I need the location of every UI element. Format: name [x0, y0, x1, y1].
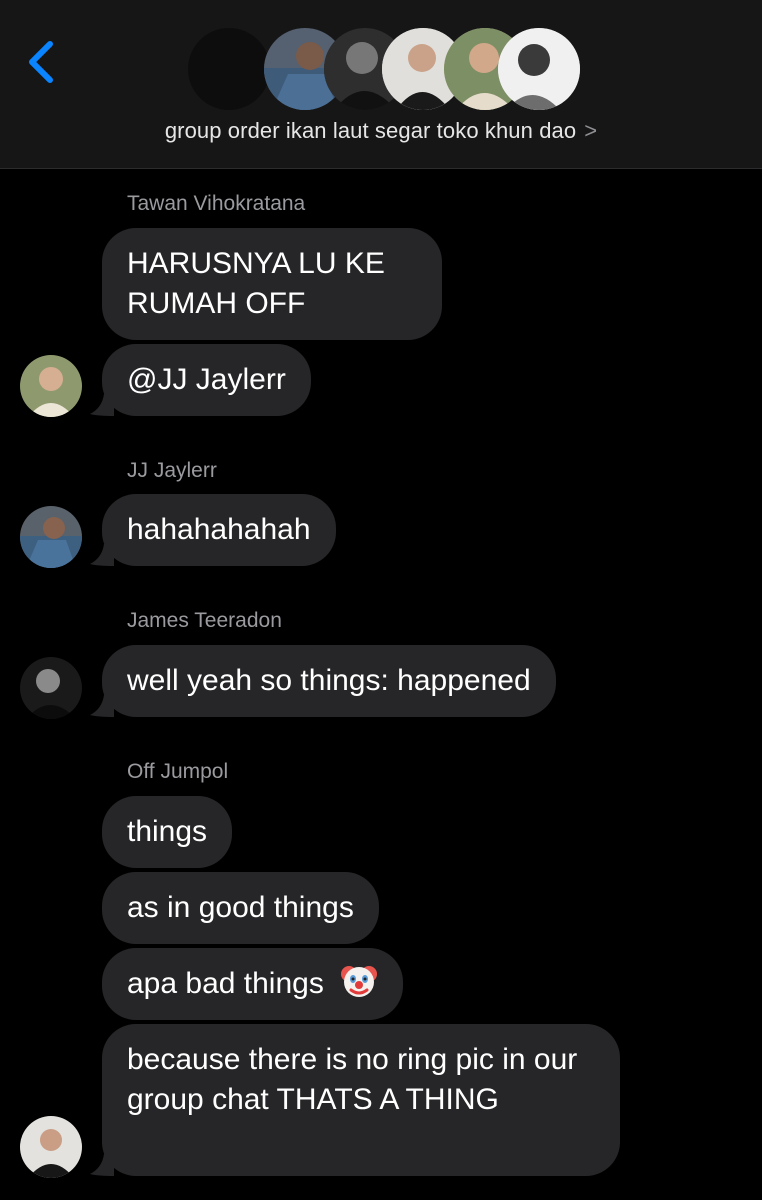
message-text: because there is no ring pic in our grou… — [127, 1043, 578, 1116]
avatar[interactable] — [20, 355, 82, 417]
message-bubble[interactable]: as in good things — [102, 872, 379, 944]
message-text: as in good things — [127, 891, 354, 924]
message-text: @JJ Jaylerr — [127, 363, 286, 396]
bubble-tail — [90, 695, 114, 717]
avatar[interactable] — [20, 1116, 82, 1178]
chat-header: group order ikan laut segar toko khun da… — [0, 0, 762, 169]
message-text: hahahahahah — [127, 513, 311, 546]
message-text: things — [127, 815, 208, 848]
sender-name: Tawan Vihokratana — [127, 192, 306, 215]
bubble-tail — [90, 1154, 114, 1176]
clown-face-emoji-icon — [341, 966, 378, 997]
avatar[interactable] — [20, 506, 82, 568]
group-avatar — [188, 28, 270, 110]
sender-name: Off Jumpol — [127, 760, 229, 783]
message-text: well yeah so things: happened — [127, 664, 531, 697]
back-chevron-icon[interactable] — [22, 38, 62, 86]
sender-name: JJ Jaylerr — [127, 459, 217, 482]
message-bubble[interactable]: @JJ Jaylerr — [102, 344, 311, 416]
avatar[interactable] — [20, 657, 82, 719]
chevron-right-icon: > — [584, 118, 598, 143]
message-text: apa bad things — [127, 967, 324, 1000]
message-bubble[interactable]: apa bad things — [102, 948, 404, 1020]
message-bubble[interactable]: because there is no ring pic in our grou… — [102, 1024, 620, 1176]
message-text: HARUSNYA LU KE RUMAH OFF — [127, 247, 385, 320]
bubble-tail — [90, 394, 114, 416]
group-avatar — [498, 28, 580, 110]
message-bubble[interactable]: HARUSNYA LU KE RUMAH OFF — [102, 228, 442, 340]
message-bubble[interactable]: well yeah so things: happened — [102, 645, 556, 717]
group-name[interactable]: group order ikan laut segar toko khun da… — [0, 118, 762, 144]
message-bubble[interactable]: hahahahahah — [102, 494, 336, 566]
message-bubble[interactable]: things — [102, 796, 233, 868]
bubble-tail — [90, 544, 114, 566]
group-avatar-stack[interactable] — [188, 26, 588, 112]
sender-name: James Teeradon — [127, 609, 282, 632]
group-name-label: group order ikan laut segar toko khun da… — [164, 118, 577, 143]
